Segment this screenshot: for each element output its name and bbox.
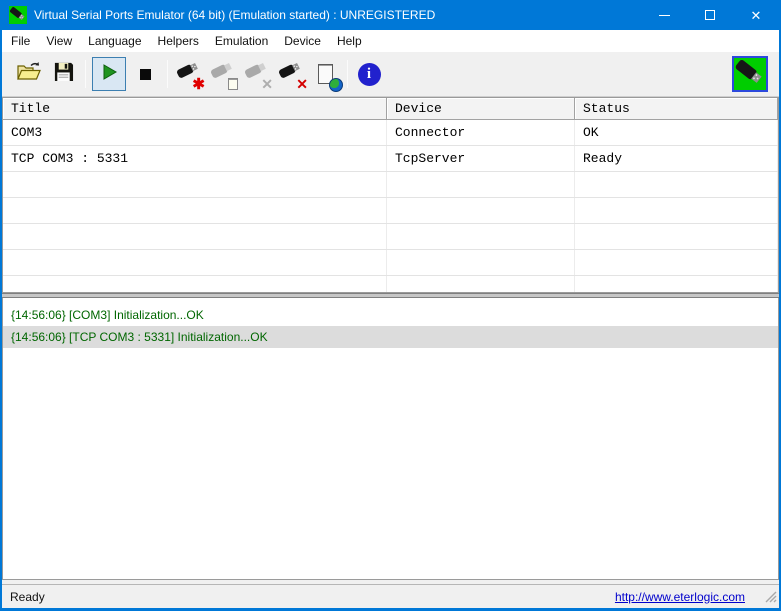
eterlogic-logo-icon <box>734 58 766 90</box>
save-button[interactable] <box>48 58 78 90</box>
menu-view[interactable]: View <box>38 31 80 51</box>
log-entry[interactable]: {14:56:06} [COM3] Initialization...OK <box>3 304 778 326</box>
maximize-icon <box>705 10 715 20</box>
delete-x-icon: ✕ <box>261 77 273 91</box>
table-row[interactable]: COM3 Connector OK <box>3 120 778 146</box>
device-properties-button[interactable] <box>208 58 238 90</box>
minimize-icon <box>659 15 670 16</box>
menu-language[interactable]: Language <box>80 31 149 51</box>
save-floppy-icon <box>53 61 74 87</box>
cell-device: TcpServer <box>387 146 575 171</box>
properties-page-icon <box>228 78 238 90</box>
table-header: Title Device Status <box>3 98 778 120</box>
toolbar: ✱ ✕ <box>2 52 779 97</box>
open-button[interactable] <box>14 58 44 90</box>
play-icon <box>100 63 118 86</box>
create-new-device-button[interactable]: ✱ <box>174 58 204 90</box>
menu-file[interactable]: File <box>3 31 38 51</box>
table-row[interactable]: TCP COM3 : 5331 TcpServer Ready <box>3 146 778 172</box>
status-text: Ready <box>10 590 45 604</box>
language-editor-button[interactable] <box>310 58 340 90</box>
empty-table-row <box>3 224 778 250</box>
delete-all-devices-button[interactable]: ✕ <box>276 58 306 90</box>
device-table: Title Device Status COM3 Connector OK TC… <box>2 97 779 293</box>
empty-table-row <box>3 198 778 224</box>
stop-icon <box>140 69 151 80</box>
cell-device: Connector <box>387 120 575 145</box>
title-bar[interactable]: Virtual Serial Ports Emulator (64 bit) (… <box>2 0 779 30</box>
table-body: COM3 Connector OK TCP COM3 : 5331 TcpSer… <box>3 120 778 293</box>
menu-helpers[interactable]: Helpers <box>150 31 207 51</box>
cell-status: Ready <box>575 146 778 171</box>
menu-emulation[interactable]: Emulation <box>207 31 276 51</box>
info-icon: i <box>358 63 381 86</box>
toolbar-separator <box>347 60 348 88</box>
menu-bar: File View Language Helpers Emulation Dev… <box>2 30 779 52</box>
cell-title: COM3 <box>3 120 387 145</box>
close-icon: ✕ <box>751 9 762 22</box>
start-emulation-button[interactable] <box>92 57 126 91</box>
menu-device[interactable]: Device <box>276 31 329 51</box>
eterlogic-logo-button[interactable] <box>732 56 768 92</box>
log-entry-selected[interactable]: {14:56:06} [TCP COM3 : 5331] Initializat… <box>3 326 778 348</box>
status-bar: Ready http://www.eterlogic.com <box>2 584 779 608</box>
cell-status: OK <box>575 120 778 145</box>
toolbar-separator <box>167 60 168 88</box>
empty-table-row <box>3 172 778 198</box>
new-star-icon: ✱ <box>192 77 205 92</box>
delete-device-button[interactable]: ✕ <box>242 58 272 90</box>
toolbar-separator <box>85 60 86 88</box>
menu-help[interactable]: Help <box>329 31 370 51</box>
delete-all-x-icon: ✕ <box>296 77 308 91</box>
window-title: Virtual Serial Ports Emulator (64 bit) (… <box>34 8 435 22</box>
minimize-button[interactable] <box>641 0 687 30</box>
column-header-title[interactable]: Title <box>3 98 387 120</box>
resize-grip-icon[interactable] <box>764 590 777 606</box>
close-button[interactable]: ✕ <box>733 0 779 30</box>
empty-table-row <box>3 250 778 276</box>
log-panel: {14:56:06} [COM3] Initialization...OK {1… <box>2 298 779 580</box>
eterlogic-link[interactable]: http://www.eterlogic.com <box>615 590 745 604</box>
column-header-status[interactable]: Status <box>575 98 778 120</box>
globe-icon <box>329 78 343 92</box>
stop-emulation-button[interactable] <box>130 58 160 90</box>
maximize-button[interactable] <box>687 0 733 30</box>
app-window: Virtual Serial Ports Emulator (64 bit) (… <box>0 0 781 611</box>
column-header-device[interactable]: Device <box>387 98 575 120</box>
empty-table-row <box>3 276 778 293</box>
app-logo-icon <box>9 6 27 24</box>
about-button[interactable]: i <box>354 58 384 90</box>
open-folder-icon <box>17 61 41 88</box>
cell-title: TCP COM3 : 5331 <box>3 146 387 171</box>
